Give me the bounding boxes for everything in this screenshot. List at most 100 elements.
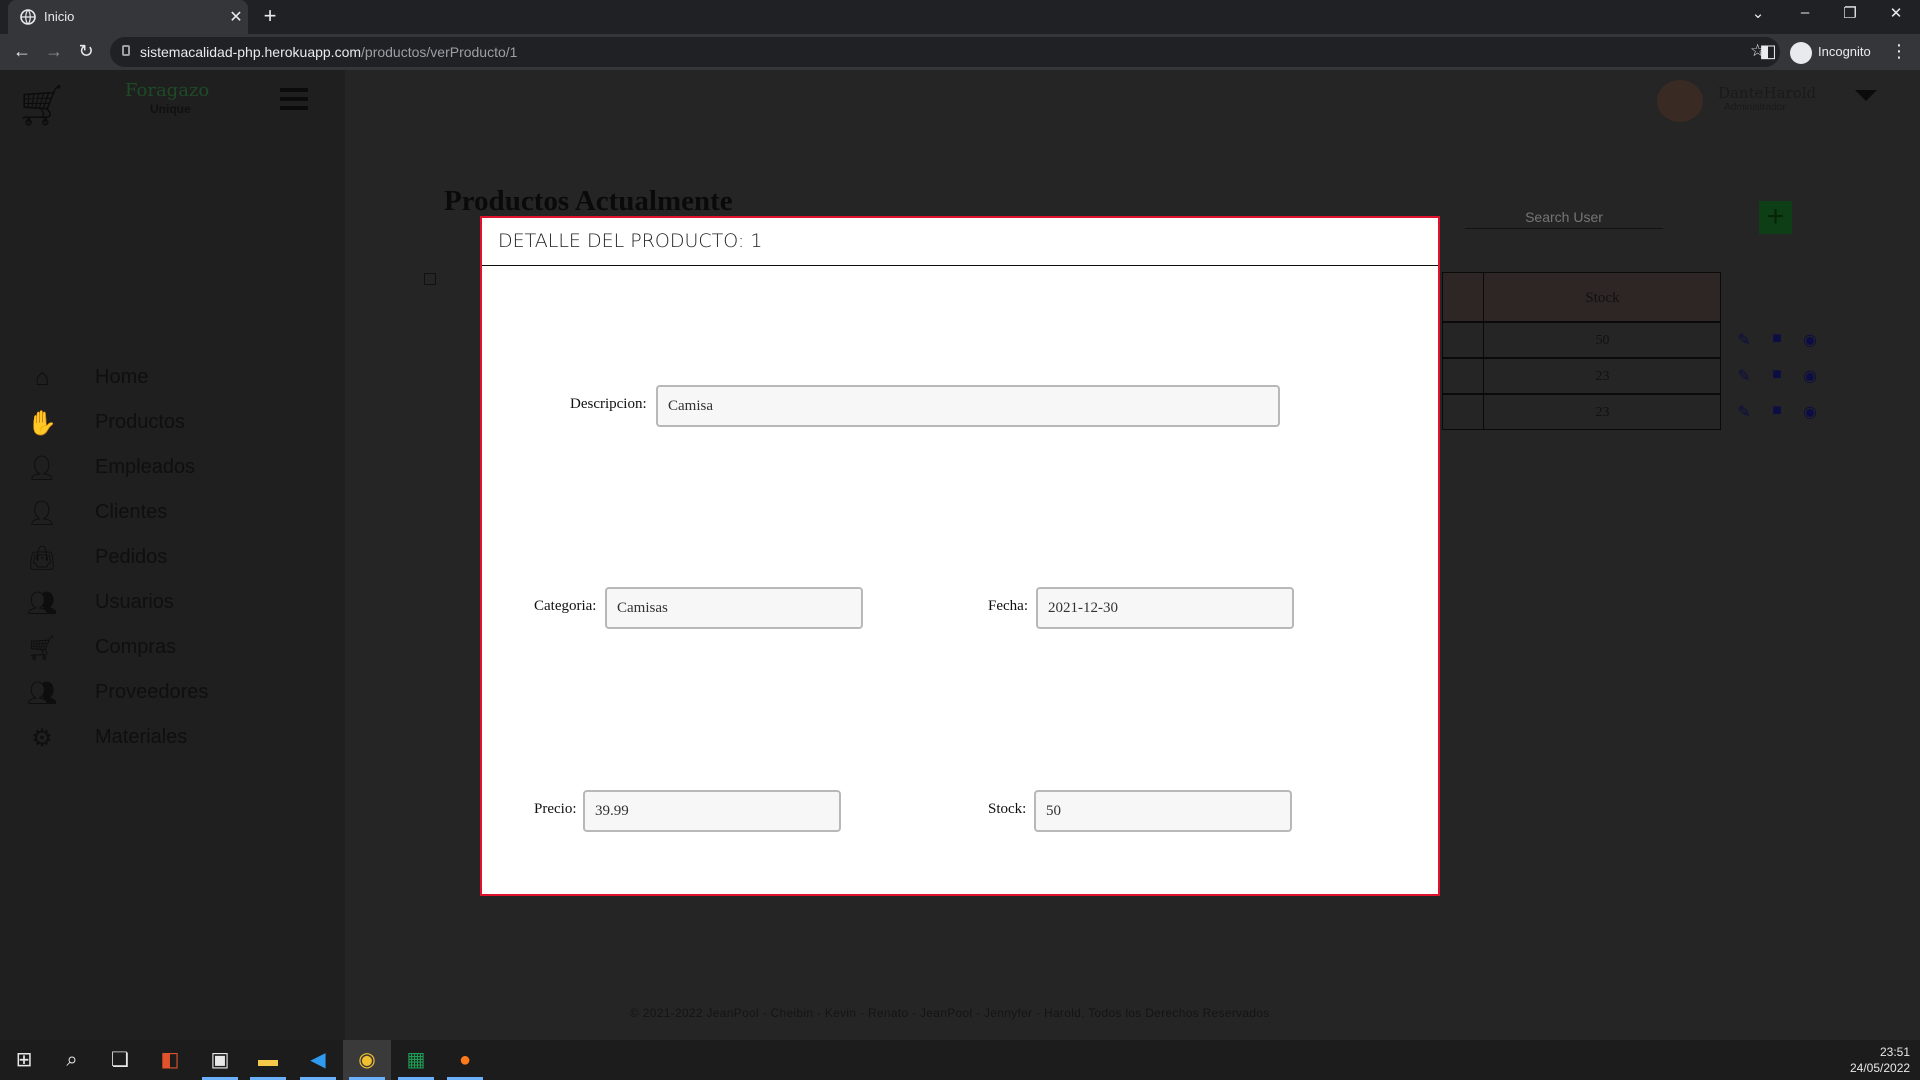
row-actions: ✎ ■ ◉ (1735, 330, 1825, 350)
product-detail-modal: DETALLE DEL PRODUCTO: 1 Descripcion: Cam… (480, 216, 1440, 896)
sidebar-item-compras[interactable]: 🛒︎ Compras (25, 628, 325, 668)
header-stock-label: Stock (1585, 290, 1620, 306)
lock-icon (122, 45, 130, 56)
search-icon[interactable]: ⌕ (48, 1040, 96, 1080)
excel-icon[interactable]: ▦ (392, 1040, 440, 1080)
home-icon: ⌂ (34, 364, 50, 391)
globe-icon (20, 9, 36, 25)
system-clock[interactable]: 23:51 24/05/2022 (1850, 1044, 1910, 1076)
user-cog-icon: 👤︎ (26, 500, 58, 527)
close-tab-icon[interactable]: ✕ (226, 7, 246, 27)
stock-cell: 50 (1595, 333, 1610, 348)
sidebar-item-pedidos[interactable]: 👜︎ Pedidos (25, 538, 325, 578)
eye-icon[interactable]: ◉ (1801, 330, 1819, 349)
restore-icon[interactable]: ❐ (1838, 4, 1862, 22)
browser-tab[interactable]: Inicio ✕ (8, 0, 248, 34)
footer-copyright: © 2021-2022 JeanPool - Cheibin - Kevin -… (630, 1006, 1270, 1020)
sidebar-item-label: Usuarios (95, 591, 174, 613)
hands-icon: ✋ (27, 410, 57, 437)
table-row: 23 (1442, 358, 1721, 394)
url-text: sistemacalidad-php.herokuapp.com/product… (140, 44, 517, 60)
stock-cell: 23 (1595, 405, 1610, 420)
close-window-icon[interactable]: ✕ (1884, 4, 1908, 22)
sidebar-item-label: Proveedores (95, 681, 209, 703)
new-tab-button[interactable]: + (258, 3, 282, 29)
user-friends-icon: 👥︎ (26, 680, 58, 707)
modal-header: DETALLE DEL PRODUCTO: 1 (482, 218, 1438, 266)
eye-icon[interactable]: ◉ (1801, 366, 1819, 385)
fecha-field[interactable]: 2021-12-30 (1036, 587, 1294, 629)
sidebar-item-usuarios[interactable]: 👥︎ Usuarios (25, 583, 325, 623)
user-check-icon: 👤︎ (26, 455, 58, 482)
address-bar[interactable]: sistemacalidad-php.herokuapp.com/product… (110, 37, 1780, 67)
terminal-icon[interactable]: ▣ (196, 1040, 244, 1080)
tab-title: Inicio (44, 9, 75, 24)
reload-icon[interactable]: ↻ (74, 41, 98, 65)
windows-taskbar: ⊞ ⌕ ❏ ◧ ▣ ▬ ◀ ◉ ▦ ● 23:51 24/05/2022 (0, 1040, 1920, 1080)
precio-label: Precio: (534, 801, 577, 817)
search-user-input[interactable] (1465, 205, 1663, 229)
back-icon[interactable]: ← (10, 41, 34, 65)
tab-search-icon[interactable]: ⌄ (1746, 4, 1770, 22)
page-title: Productos Actualmente (444, 185, 733, 217)
stock-label: Stock: (988, 801, 1027, 817)
edit-icon[interactable]: ✎ (1735, 402, 1753, 421)
eye-icon[interactable]: ◉ (1801, 402, 1819, 421)
sidebar-item-label: Home (95, 366, 149, 388)
browser-toolbar: ← → ↻ sistemacalidad-php.herokuapp.com/p… (0, 34, 1920, 70)
sidebar-item-clientes[interactable]: 👤︎ Clientes (25, 493, 325, 533)
incognito-icon[interactable] (1790, 42, 1812, 64)
cart-logo-icon[interactable]: 🛒︎ (16, 82, 67, 129)
forward-icon[interactable]: → (42, 41, 66, 65)
sidebar-item-home[interactable]: ⌂ Home (25, 358, 325, 398)
minimize-icon[interactable]: – (1793, 4, 1817, 21)
sidebar-item-proveedores[interactable]: 👥︎ Proveedores (25, 673, 325, 713)
clock-date: 24/05/2022 (1850, 1061, 1911, 1075)
sidebar-item-empleados[interactable]: 👤︎ Empleados (25, 448, 325, 488)
table-row: 50 (1442, 322, 1721, 358)
modal-title: DETALLE DEL PRODUCTO: 1 (498, 230, 763, 252)
incognito-label: Incognito (1818, 44, 1871, 59)
hamburger-menu-icon[interactable] (280, 88, 308, 110)
browser-menu-icon[interactable]: ⋮ (1890, 41, 1908, 62)
sidebar-item-label: Pedidos (95, 546, 168, 568)
trash-icon[interactable]: ■ (1768, 366, 1786, 384)
sidebar-item-label: Compras (95, 636, 177, 658)
sidebar-item-productos[interactable]: ✋ Productos (25, 403, 325, 443)
file-explorer-icon[interactable]: ▬ (244, 1040, 292, 1080)
stock-field[interactable]: 50 (1034, 790, 1292, 832)
edit-icon[interactable]: ✎ (1735, 366, 1753, 385)
table-header-stock: Stock (1442, 272, 1721, 322)
add-product-button[interactable]: + (1759, 201, 1792, 234)
side-panel-icon[interactable]: ◧ (1756, 41, 1780, 65)
sidebar-item-label: Clientes (95, 501, 168, 523)
task-view-icon[interactable]: ❏ (96, 1040, 144, 1080)
chrome-icon[interactable]: ◉ (343, 1040, 391, 1080)
vscode-icon[interactable]: ◀ (294, 1040, 342, 1080)
sidebar-item-label: Materiales (95, 726, 188, 748)
office-icon[interactable]: ◧ (146, 1040, 194, 1080)
precio-field[interactable]: 39.99 (583, 790, 841, 832)
windows-start-icon[interactable]: ⊞ (0, 1040, 48, 1080)
users-icon: 👥︎ (26, 590, 58, 617)
firefox-icon[interactable]: ● (441, 1040, 489, 1080)
chevron-down-icon[interactable] (1855, 90, 1877, 101)
user-role: Administrador (1724, 102, 1786, 113)
sidebar-item-label: Productos (95, 411, 186, 433)
fecha-label: Fecha: (988, 598, 1028, 614)
browser-tab-strip: Inicio ✕ + ⌄ – ❐ ✕ (0, 0, 1920, 34)
clock-time: 23:51 (1879, 1045, 1910, 1059)
trash-icon[interactable]: ■ (1768, 402, 1786, 420)
select-all-checkbox[interactable] (424, 273, 436, 285)
edit-icon[interactable]: ✎ (1735, 330, 1753, 349)
row-actions: ✎ ■ ◉ (1735, 366, 1825, 386)
descripcion-field[interactable]: Camisa (656, 385, 1280, 427)
brand-name: Foragazo (125, 80, 210, 101)
url-host: sistemacalidad-php.herokuapp.com (140, 44, 362, 60)
categoria-field[interactable]: Camisas (605, 587, 863, 629)
trash-icon[interactable]: ■ (1768, 330, 1786, 348)
url-path: /productos/verProducto/1 (361, 44, 518, 60)
sidebar-item-materiales[interactable]: ⚙ Materiales (25, 718, 325, 758)
user-avatar[interactable] (1657, 80, 1703, 122)
table-row: 23 (1442, 394, 1721, 430)
